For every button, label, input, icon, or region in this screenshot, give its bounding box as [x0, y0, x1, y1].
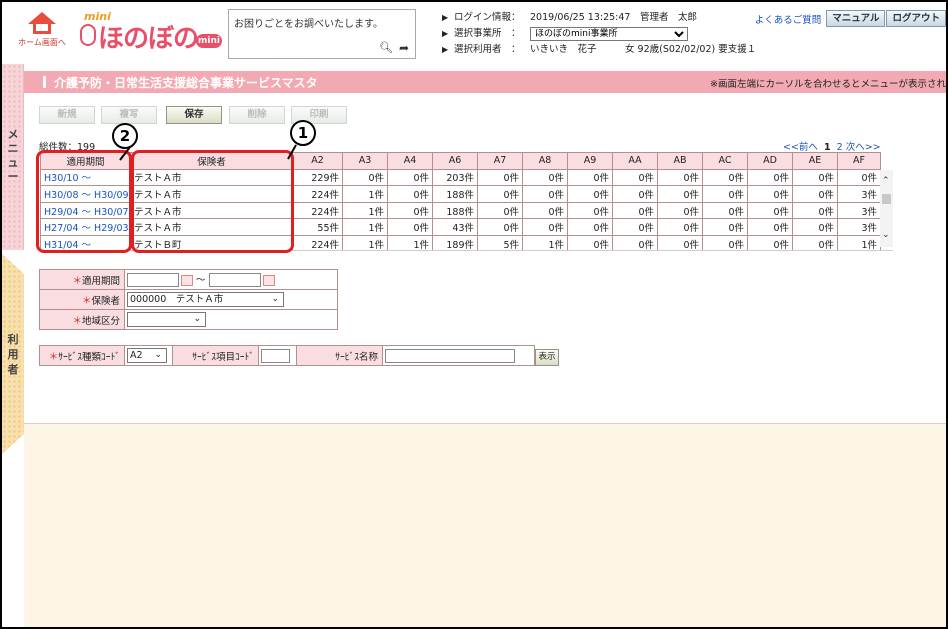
app-window: ホーム画面へ mini ほのぼの mini お困りごとをお調べいたします。 🔍︎…: [0, 0, 948, 629]
form-row-service: ＊ｻｰﾋﾞｽ種類ｺｰﾄﾞ A2 ⌄ ｻｰﾋﾞｽ項目ｺｰﾄﾞ ｻｰﾋﾞｽ名称: [39, 345, 535, 366]
service-name-input[interactable]: [385, 348, 515, 363]
service-form: ＊ｻｰﾋﾞｽ種類ｺｰﾄﾞ A2 ⌄ ｻｰﾋﾞｽ項目ｺｰﾄﾞ ｻｰﾋﾞｽ名称: [39, 345, 535, 366]
chevron-down-icon: ⌄: [271, 294, 279, 304]
insurer-select-cell: 000000 テストＡ市 ⌄: [124, 289, 338, 310]
insurer-select[interactable]: 000000 テストＡ市 ⌄: [127, 292, 284, 307]
footer-area: [24, 423, 946, 627]
show-button[interactable]: 表示: [535, 349, 559, 366]
service-name-label-cell: ｻｰﾋﾞｽ名称: [296, 345, 383, 366]
period-start-input[interactable]: [127, 273, 179, 288]
chevron-down-icon: ⌄: [193, 314, 201, 324]
required-mark: ＊: [72, 315, 82, 327]
form-row-insurer: ＊保険者 000000 テストＡ市 ⌄: [39, 289, 338, 310]
service-item-label-cell: ｻｰﾋﾞｽ項目ｺｰﾄﾞ: [172, 345, 259, 366]
service-item-input-cell: [258, 345, 297, 366]
region-select-cell: ⌄: [124, 309, 338, 330]
service-item-code-input[interactable]: [261, 348, 290, 363]
period-label-cell: ＊適用期間: [39, 269, 125, 290]
region-label: 地域区分: [81, 315, 120, 327]
filter-form: ＊適用期間 ～ ＊保険者 000000 テストＡ市 ⌄ ＊地域区分 ⌄: [39, 269, 338, 330]
service-item-label: ｻｰﾋﾞｽ項目ｺｰﾄﾞ: [192, 351, 254, 363]
service-kind-select-cell: A2 ⌄: [124, 345, 173, 366]
service-kind-label-cell: ＊ｻｰﾋﾞｽ種類ｺｰﾄﾞ: [39, 345, 125, 366]
insurer-select-value: 000000 テストＡ市: [130, 294, 224, 305]
calendar-icon[interactable]: [262, 274, 275, 286]
period-end-input[interactable]: [208, 273, 261, 288]
service-kind-select-value: A2: [130, 350, 143, 361]
leader-line-1: [287, 144, 297, 160]
annotation-badge-2: 2: [112, 123, 138, 149]
region-label-cell: ＊地域区分: [39, 309, 125, 330]
service-name-label: ｻｰﾋﾞｽ名称: [335, 351, 378, 363]
period-label: 適用期間: [81, 275, 120, 287]
chevron-down-icon: ⌄: [154, 350, 162, 360]
insurer-label-cell: ＊保険者: [39, 289, 125, 310]
form-row-period: ＊適用期間 ～: [39, 269, 338, 290]
region-select[interactable]: ⌄: [127, 312, 206, 327]
annotation-badge-1: 1: [290, 120, 316, 146]
service-name-input-cell: [382, 345, 535, 366]
required-mark: ＊: [48, 351, 59, 363]
form-row-region: ＊地域区分 ⌄: [39, 309, 338, 330]
service-kind-label: ｻｰﾋﾞｽ種類ｺｰﾄﾞ: [58, 351, 120, 363]
period-separator: ～: [196, 274, 206, 286]
service-kind-select[interactable]: A2 ⌄: [127, 348, 167, 363]
required-mark: ＊: [72, 275, 82, 287]
calendar-icon[interactable]: [181, 274, 193, 286]
insurer-label: 保険者: [91, 295, 120, 307]
period-input-cell: ～: [124, 269, 338, 290]
